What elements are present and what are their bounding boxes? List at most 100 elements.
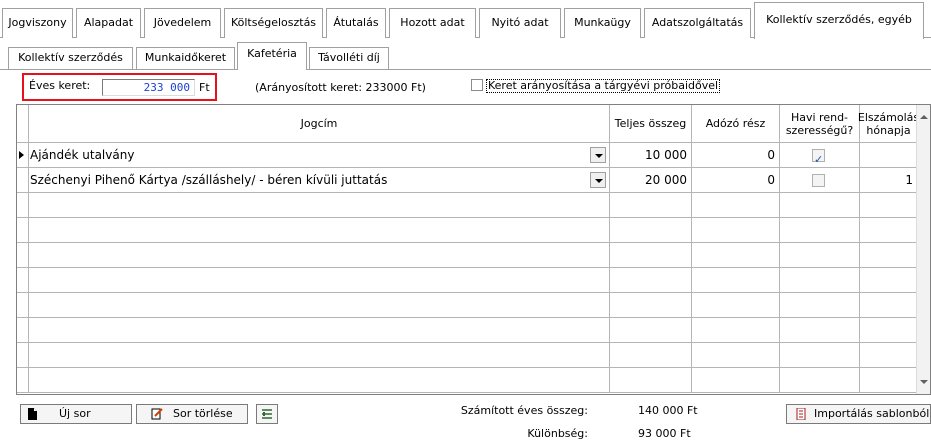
table-row[interactable]: Ajándék utalvány 10 000 0 — [17, 143, 918, 168]
cell-elszamolas[interactable] — [860, 243, 918, 267]
cell-jogcim[interactable] — [29, 343, 610, 367]
cell-elszamolas[interactable] — [860, 193, 918, 217]
eves-keret-input[interactable]: 233 000 — [102, 79, 195, 96]
cell-teljes[interactable]: 10 000 — [610, 143, 692, 167]
row-indicator-cell — [17, 268, 29, 292]
cell-elszamolas[interactable] — [860, 368, 918, 392]
cell-jogcim[interactable] — [29, 293, 610, 317]
row-indicator-cell — [17, 293, 29, 317]
cell-elszamolas[interactable] — [860, 268, 918, 292]
jogcim-dropdown-icon[interactable] — [590, 147, 606, 163]
col-header-teljes-osszeg[interactable]: Teljes összeg — [610, 105, 692, 143]
table-row[interactable]: Széchenyi Pihenő Kártya /szálláshely/ - … — [17, 168, 918, 193]
probaido-checkbox-label[interactable]: Keret arányosítása a tárgyévi próbaidőve… — [486, 79, 721, 93]
cell-adozo-text: 0 — [767, 148, 775, 162]
cell-jogcim[interactable] — [29, 368, 610, 392]
importalas-sablonbol-button[interactable]: Importálás sablonból — [786, 404, 931, 424]
tab-koltsegelosztas[interactable]: Költségelosztás — [224, 8, 323, 38]
tab-hozott-adat[interactable]: Hozott adat — [389, 8, 476, 38]
subtab-munkaidokeret[interactable]: Munkaidőkeret — [136, 47, 235, 69]
cell-havi[interactable] — [780, 368, 860, 392]
havi-rendszeresseg-checkbox[interactable] — [812, 174, 825, 187]
cell-adozo[interactable]: 0 — [692, 168, 780, 192]
table-row[interactable] — [17, 193, 918, 218]
table-row[interactable] — [17, 318, 918, 343]
cell-adozo[interactable] — [692, 318, 780, 342]
scroll-down-icon[interactable] — [920, 380, 928, 384]
cell-havi[interactable] — [780, 243, 860, 267]
tab-nyito-adat[interactable]: Nyitó adat — [479, 8, 561, 38]
cell-teljes[interactable] — [610, 218, 692, 242]
cell-teljes[interactable] — [610, 193, 692, 217]
tab-jogviszony[interactable]: Jogviszony — [2, 8, 73, 38]
tab-kollektiv-szerzodes-egyeb[interactable]: Kollektív szerződés, egyéb — [754, 2, 924, 39]
cell-jogcim[interactable] — [29, 218, 610, 242]
cell-jogcim[interactable] — [29, 243, 610, 267]
insert-row-button[interactable] — [256, 404, 278, 424]
table-row[interactable] — [17, 268, 918, 293]
subtab-tavolleti-dij[interactable]: Távolléti díj — [309, 47, 389, 69]
cell-adozo[interactable] — [692, 243, 780, 267]
cell-teljes[interactable] — [610, 318, 692, 342]
cell-havi[interactable] — [780, 218, 860, 242]
cell-havi[interactable] — [780, 293, 860, 317]
col-header-elszamolas-honapja[interactable]: Elszámolás hónapja — [858, 105, 919, 143]
cell-teljes[interactable] — [610, 268, 692, 292]
tab-jovedelem[interactable]: Jövedelem — [144, 8, 221, 38]
cell-adozo[interactable] — [692, 193, 780, 217]
szamitott-eves-osszeg-value: 140 000 Ft — [638, 404, 698, 417]
cell-teljes[interactable]: 20 000 — [610, 168, 692, 192]
tab-adatszolgaltatas[interactable]: Adatszolgáltatás — [644, 8, 751, 38]
cell-adozo[interactable] — [692, 268, 780, 292]
cell-jogcim[interactable]: Ajándék utalvány — [29, 143, 610, 167]
cell-jogcim[interactable] — [29, 193, 610, 217]
cell-adozo[interactable] — [692, 368, 780, 392]
cell-jogcim[interactable] — [29, 268, 610, 292]
col-header-havi-rendszeressegu[interactable]: Havi rend- szerességű? — [780, 105, 860, 143]
sor-torlese-label: Sor törlése — [173, 407, 233, 420]
tab-munkaugy[interactable]: Munkaügy — [564, 8, 641, 38]
cell-adozo[interactable] — [692, 343, 780, 367]
cell-teljes[interactable] — [610, 368, 692, 392]
eves-keret-label: Éves keret: — [29, 79, 91, 92]
col-header-jogcim[interactable]: Jogcím — [29, 105, 610, 143]
cell-jogcim[interactable] — [29, 318, 610, 342]
tab-alapadat[interactable]: Alapadat — [76, 8, 141, 38]
kulonbseg-value: 93 000 Ft — [638, 427, 691, 440]
cell-havi[interactable] — [780, 268, 860, 292]
cell-elszamolas[interactable] — [860, 318, 918, 342]
cell-elszamolas[interactable] — [860, 218, 918, 242]
table-row[interactable] — [17, 293, 918, 318]
cell-elszamolas[interactable] — [860, 343, 918, 367]
vertical-scrollbar[interactable] — [916, 105, 930, 394]
cell-adozo[interactable] — [692, 293, 780, 317]
cell-elszamolas[interactable] — [860, 293, 918, 317]
table-row[interactable] — [17, 218, 918, 243]
cell-teljes[interactable] — [610, 343, 692, 367]
cell-havi[interactable] — [780, 193, 860, 217]
tab-atutalas[interactable]: Átutalás — [326, 8, 386, 38]
col-header-adozo-resz[interactable]: Adózó rész — [692, 105, 780, 143]
cell-elszamolas[interactable]: 1 — [860, 168, 918, 192]
cell-havi[interactable] — [780, 318, 860, 342]
cell-havi[interactable] — [780, 143, 860, 167]
jogcim-dropdown-icon[interactable] — [590, 172, 606, 188]
cell-teljes[interactable] — [610, 293, 692, 317]
cell-havi[interactable] — [780, 168, 860, 192]
table-row[interactable] — [17, 343, 918, 368]
probaido-checkbox[interactable] — [471, 79, 483, 91]
cell-jogcim[interactable]: Széchenyi Pihenő Kártya /szálláshely/ - … — [29, 168, 610, 192]
scroll-up-icon[interactable] — [920, 115, 928, 119]
cell-adozo[interactable] — [692, 218, 780, 242]
cell-elszamolas[interactable] — [860, 143, 918, 167]
sor-torlese-button[interactable]: Sor törlése — [136, 404, 248, 424]
havi-rendszeresseg-checkbox[interactable] — [812, 148, 825, 167]
table-row[interactable] — [17, 368, 918, 393]
uj-sor-button[interactable]: Új sor — [20, 404, 132, 424]
cell-teljes[interactable] — [610, 243, 692, 267]
subtab-kollektiv-szerzodes[interactable]: Kollektív szerződés — [8, 47, 133, 69]
cell-adozo[interactable]: 0 — [692, 143, 780, 167]
cell-havi[interactable] — [780, 343, 860, 367]
table-row[interactable] — [17, 243, 918, 268]
subtab-kafeteria[interactable]: Kafetéria — [237, 42, 307, 70]
